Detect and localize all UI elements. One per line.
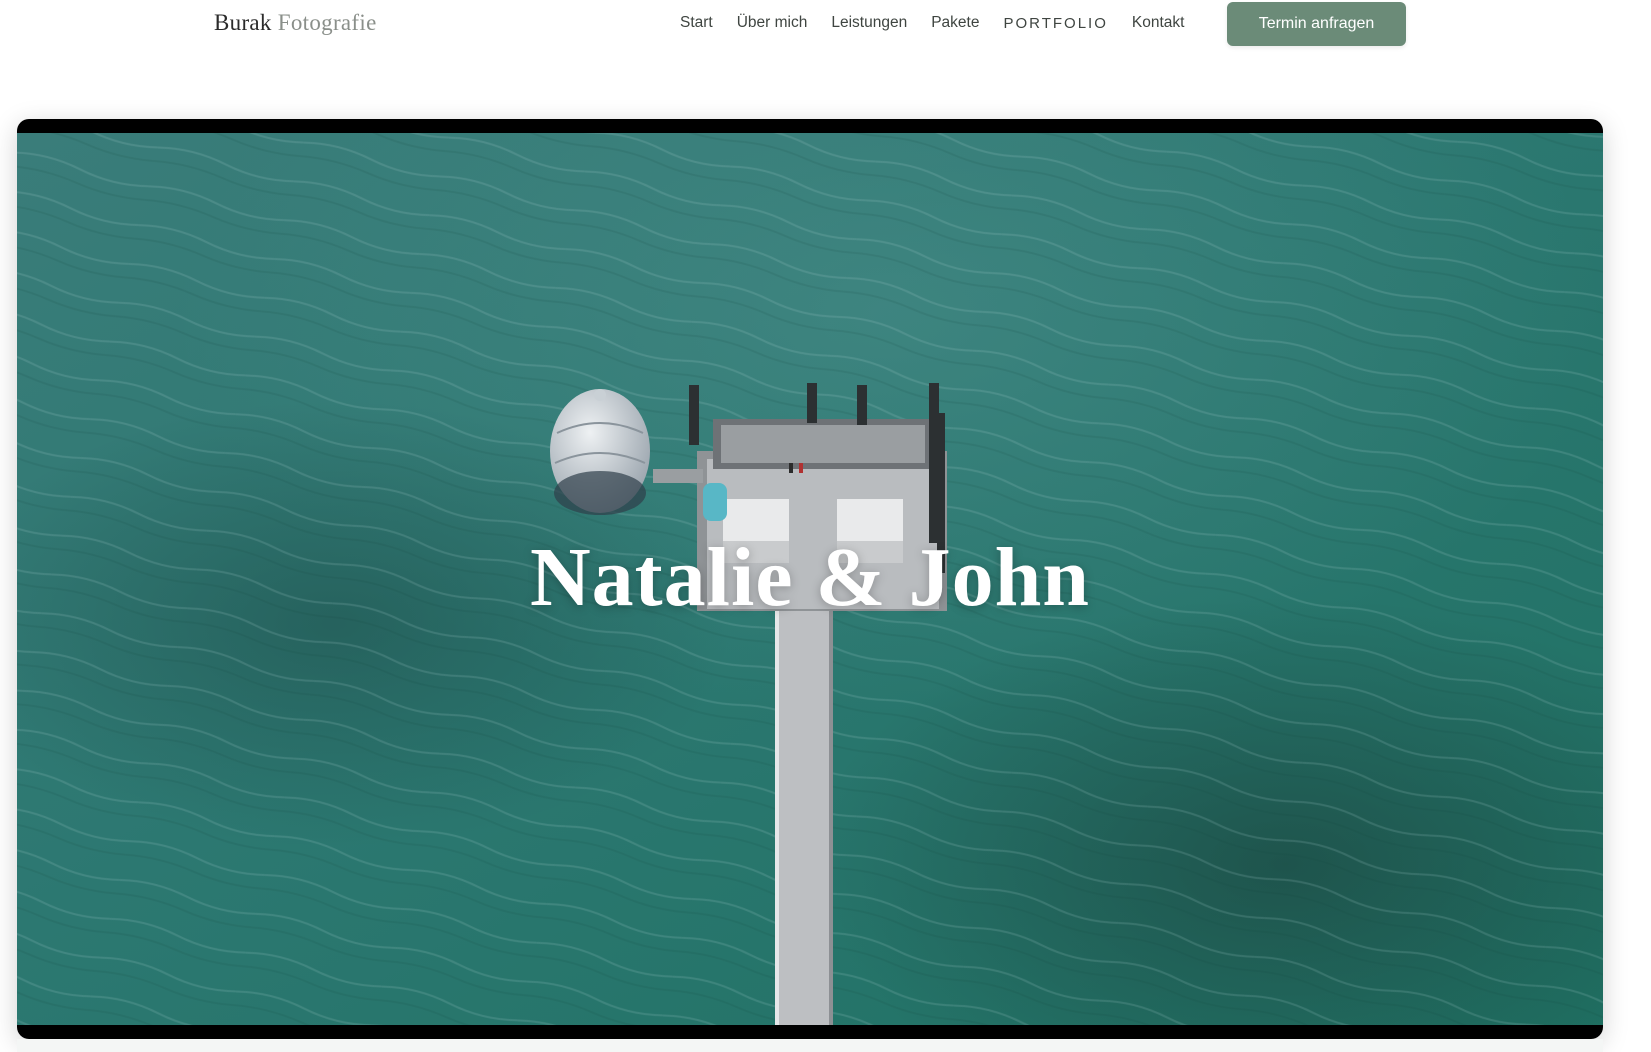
site-header: Burak Fotografie Start Über mich Leistun… bbox=[0, 0, 1651, 60]
termin-anfragen-button[interactable]: Termin anfragen bbox=[1227, 2, 1406, 46]
logo-second: Fotografie bbox=[277, 10, 377, 35]
hero-video[interactable]: Natalie & John bbox=[17, 119, 1603, 1039]
nav-pakete[interactable]: Pakete bbox=[931, 14, 979, 32]
hero-title: Natalie & John bbox=[530, 531, 1090, 624]
nav-start[interactable]: Start bbox=[680, 14, 713, 32]
site-logo[interactable]: Burak Fotografie bbox=[214, 10, 377, 36]
page: Burak Fotografie Start Über mich Leistun… bbox=[0, 0, 1651, 1052]
nav-portfolio[interactable]: PORTFOLIO bbox=[1003, 15, 1107, 32]
nav-kontakt[interactable]: Kontakt bbox=[1132, 14, 1185, 32]
logo-first: Burak bbox=[214, 10, 272, 35]
main-nav: Start Über mich Leistungen Pakete PORTFO… bbox=[680, 14, 1208, 32]
nav-leistungen[interactable]: Leistungen bbox=[831, 14, 907, 32]
page-bottom-strip bbox=[17, 1039, 1603, 1052]
diving-gondola-icon bbox=[550, 389, 650, 515]
nav-ueber-mich[interactable]: Über mich bbox=[737, 14, 808, 32]
